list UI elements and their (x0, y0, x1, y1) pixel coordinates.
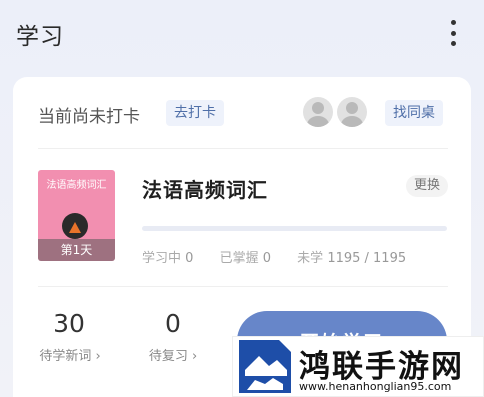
divider (38, 286, 448, 287)
watermark-url: www.henanhonglian95.com (299, 380, 452, 393)
find-deskmate-button[interactable]: 找同桌 (385, 100, 443, 126)
checkin-status-text: 当前尚未打卡 (38, 107, 140, 127)
new-words-count[interactable]: 30 (33, 309, 105, 338)
checkin-button[interactable]: 去打卡 (166, 100, 224, 126)
stat-mastered: 已掌握 0 (219, 251, 272, 266)
stat-unlearned: 未学 1195 / 1195 (297, 251, 407, 266)
book-cover-day: 第1天 (38, 239, 115, 261)
book-cover-title: 法语高频词汇 (46, 180, 107, 191)
more-vertical-icon[interactable] (446, 20, 460, 46)
new-words-link[interactable]: 待学新词 › (25, 345, 115, 364)
review-count[interactable]: 0 (137, 309, 209, 338)
divider (38, 148, 448, 149)
review-link[interactable]: 待复习 › (128, 345, 218, 364)
book-title[interactable]: 法语高频词汇 (142, 174, 268, 203)
change-book-button[interactable]: 更换 (406, 175, 449, 197)
progress-bar (142, 226, 447, 231)
cover-figure-icon (62, 213, 88, 239)
watermark-logo-icon (239, 340, 291, 393)
watermark: 鸿联手游网 www.henanhonglian95.com (232, 336, 484, 397)
avatar[interactable] (337, 97, 367, 127)
stat-learning: 学习中 0 (142, 251, 194, 266)
book-cover[interactable]: 法语高频词汇 第1天 (38, 170, 115, 261)
page-title: 学习 (16, 24, 64, 50)
book-stats: 学习中 0 已掌握 0 未学 1195 / 1195 (142, 247, 428, 266)
avatar[interactable] (303, 97, 333, 127)
